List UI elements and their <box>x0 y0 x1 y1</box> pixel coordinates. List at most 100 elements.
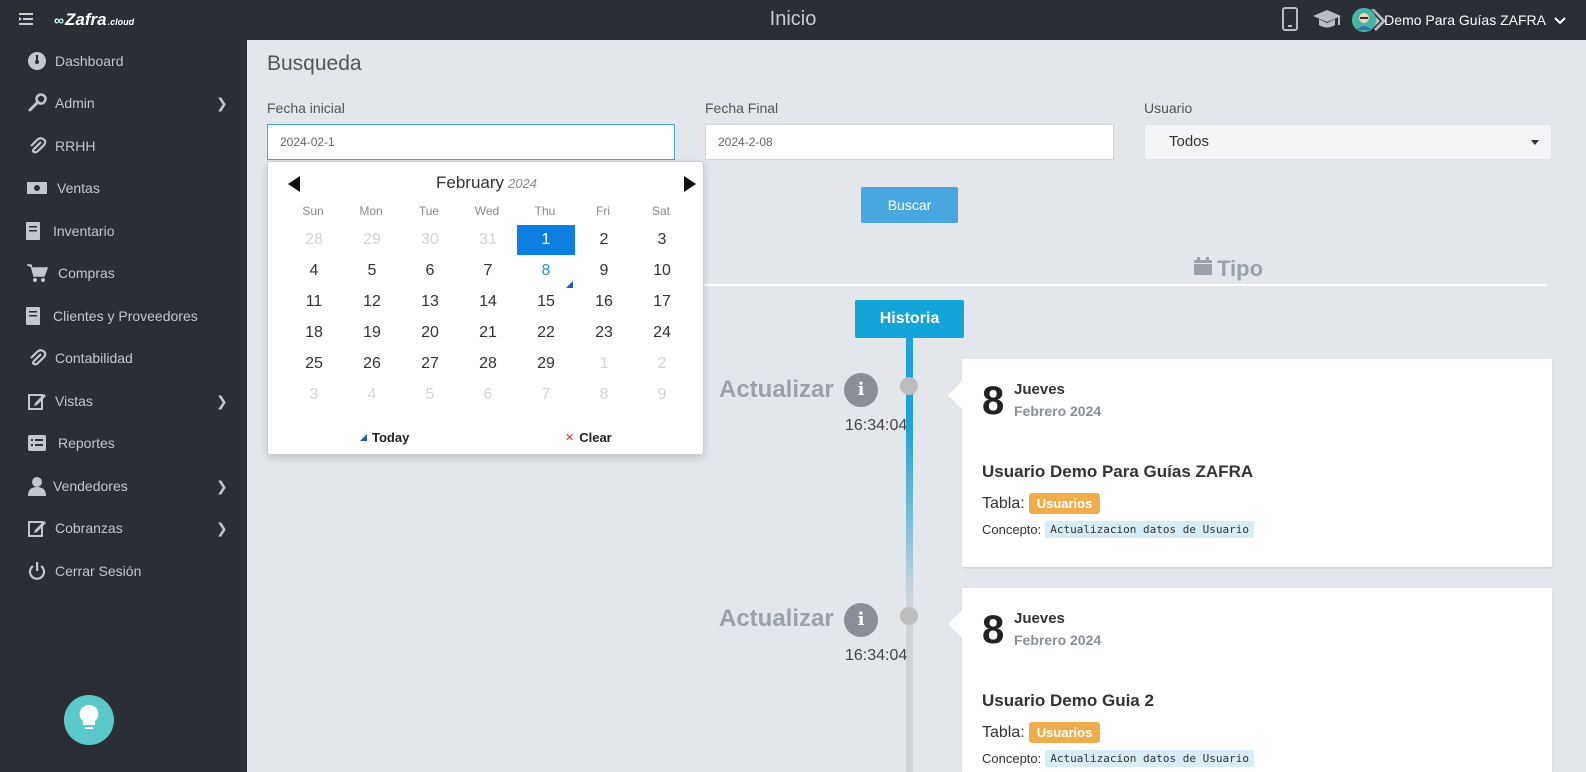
calendar-day[interactable]: 28 <box>285 225 343 255</box>
calendar-day[interactable]: 14 <box>459 287 517 317</box>
calendar-day[interactable]: 1 <box>517 225 575 255</box>
sidebar-item-dashboard[interactable]: Dashboard <box>0 42 247 80</box>
avatar <box>1352 8 1377 32</box>
datepicker-popup: February 2024 Sun Mon Tue Wed Thu Fri Sat 28 29 3… <box>267 161 704 455</box>
user-icon <box>26 475 48 497</box>
top-bar: ∞ Zafra .cloud Inicio Demo Para Guías ZA… <box>0 0 1586 40</box>
sidebar-item-vendedores[interactable]: Vendedores ❯ <box>0 467 247 505</box>
calendar-day[interactable]: 21 <box>459 318 517 348</box>
calendar-day[interactable]: 19 <box>343 318 401 348</box>
calendar-day[interactable]: 2 <box>575 225 633 255</box>
calendar-day[interactable]: 8 <box>517 256 575 286</box>
weekday-header: Sun <box>302 204 324 218</box>
graduation-cap-icon[interactable] <box>1312 8 1342 35</box>
sidebar-item-cerrar-sesion[interactable]: Cerrar Sesión <box>0 552 247 590</box>
sidebar-item-label: Cerrar Sesión <box>55 563 142 579</box>
calendar-day[interactable]: 18 <box>285 318 343 348</box>
today-label: Today <box>372 430 410 445</box>
sidebar-item-rrhh[interactable]: RRHH <box>0 127 247 165</box>
calendar-day[interactable]: 6 <box>459 380 517 410</box>
help-button[interactable] <box>64 695 114 745</box>
calendar-day[interactable]: 11 <box>285 287 343 317</box>
calendar-day[interactable]: 3 <box>633 225 691 255</box>
lightbulb-icon <box>78 704 100 737</box>
sidebar-item-cobranzas[interactable]: Cobranzas ❯ <box>0 509 247 547</box>
sidebar-item-ventas[interactable]: Ventas <box>0 169 247 207</box>
calendar-day[interactable]: 2 <box>633 349 691 379</box>
sidebar-item-label: Ventas <box>57 180 100 196</box>
calendar-day[interactable]: 29 <box>517 349 575 379</box>
sidebar-item-clientes-proveedores[interactable]: Clientes y Proveedores <box>0 297 247 335</box>
sidebar-item-compras[interactable]: Compras <box>0 254 247 292</box>
calendar-day[interactable]: 15 <box>517 287 575 317</box>
calendar-day[interactable]: 9 <box>575 256 633 286</box>
calendar-day[interactable]: 3 <box>285 380 343 410</box>
menu-toggle-icon[interactable] <box>18 11 34 27</box>
calendar-day[interactable]: 16 <box>575 287 633 317</box>
user-name: Demo Para Guías ZAFRA <box>1384 12 1546 28</box>
card-month-year: Febrero 2024 <box>1014 632 1102 648</box>
calendar-day[interactable]: 17 <box>633 287 691 317</box>
calendar-day[interactable]: 5 <box>343 256 401 286</box>
concepto-label: Concepto: <box>982 751 1042 766</box>
weekday-header: Fri <box>596 204 610 218</box>
info-icon[interactable]: i <box>844 603 878 637</box>
list-icon <box>26 432 48 454</box>
clear-button[interactable]: ✕ Clear <box>565 430 612 445</box>
calendar-day[interactable]: 13 <box>401 287 459 317</box>
brand-logo[interactable]: ∞ Zafra .cloud <box>54 10 134 30</box>
calendar-day[interactable]: 4 <box>285 256 343 286</box>
calendar-day[interactable]: 30 <box>401 225 459 255</box>
tipo-label: Tipo <box>1217 256 1264 281</box>
sidebar-item-label: Dashboard <box>55 53 124 69</box>
calendar-day[interactable]: 22 <box>517 318 575 348</box>
tabla-badge: Usuarios <box>1028 722 1101 743</box>
sidebar-item-vistas[interactable]: Vistas ❯ <box>0 382 247 420</box>
brand-name: Zafra <box>64 10 107 29</box>
mobile-icon[interactable] <box>1282 7 1298 36</box>
calendar-day[interactable]: 9 <box>633 380 691 410</box>
calendar-day[interactable]: 29 <box>343 225 401 255</box>
info-icon[interactable]: i <box>844 373 878 407</box>
sidebar-item-label: Admin <box>55 95 95 111</box>
calendar-day[interactable]: 8 <box>575 380 633 410</box>
timeline-action: Actualizar <box>719 605 834 632</box>
sidebar-item-contabilidad[interactable]: Contabilidad <box>0 339 247 377</box>
chevron-down-icon <box>1554 12 1566 28</box>
timeline-line <box>906 338 913 772</box>
fecha-inicial-input[interactable]: 2024-02-1 <box>267 124 675 160</box>
next-month-icon[interactable] <box>684 176 696 192</box>
sidebar-item-reportes[interactable]: Reportes <box>0 424 247 462</box>
calendar-day[interactable]: 26 <box>343 349 401 379</box>
sidebar-item-admin[interactable]: Admin ❯ <box>0 84 247 122</box>
calendar-day[interactable]: 24 <box>633 318 691 348</box>
search-title: Busqueda <box>267 52 362 75</box>
usuario-select-value: Todos <box>1169 133 1210 150</box>
card-tabla: Tabla: Usuarios <box>982 493 1101 514</box>
calendar-day[interactable]: 25 <box>285 349 343 379</box>
calendar-day[interactable]: 10 <box>633 256 691 286</box>
calendar-day[interactable]: 28 <box>459 349 517 379</box>
usuario-select[interactable]: Todos <box>1144 124 1552 160</box>
calendar-day[interactable]: 23 <box>575 318 633 348</box>
calendar-day[interactable]: 7 <box>459 256 517 286</box>
fecha-final-input[interactable]: 2024-2-08 <box>705 124 1114 160</box>
calendar-day[interactable]: 12 <box>343 287 401 317</box>
buscar-button[interactable]: Buscar <box>861 187 958 223</box>
calendar-day[interactable]: 4 <box>343 380 401 410</box>
datepicker-header[interactable]: February 2024 <box>268 173 705 193</box>
calendar-day[interactable]: 20 <box>401 318 459 348</box>
weekday-header: Sat <box>651 204 670 218</box>
sidebar-item-inventario[interactable]: Inventario <box>0 212 247 250</box>
calendar-day[interactable]: 7 <box>517 380 575 410</box>
calendar-day[interactable]: 27 <box>401 349 459 379</box>
calendar-day[interactable]: 6 <box>401 256 459 286</box>
calendar-day[interactable]: 5 <box>401 380 459 410</box>
today-button[interactable]: Today <box>360 430 409 445</box>
calendar-day[interactable]: 1 <box>575 349 633 379</box>
calendar-day[interactable]: 31 <box>459 225 517 255</box>
brand-suffix: .cloud <box>107 17 135 27</box>
sidebar-item-label: RRHH <box>55 138 96 154</box>
card-weekday: Jueves <box>1014 610 1065 627</box>
user-menu[interactable]: Demo Para Guías ZAFRA <box>1352 8 1566 32</box>
